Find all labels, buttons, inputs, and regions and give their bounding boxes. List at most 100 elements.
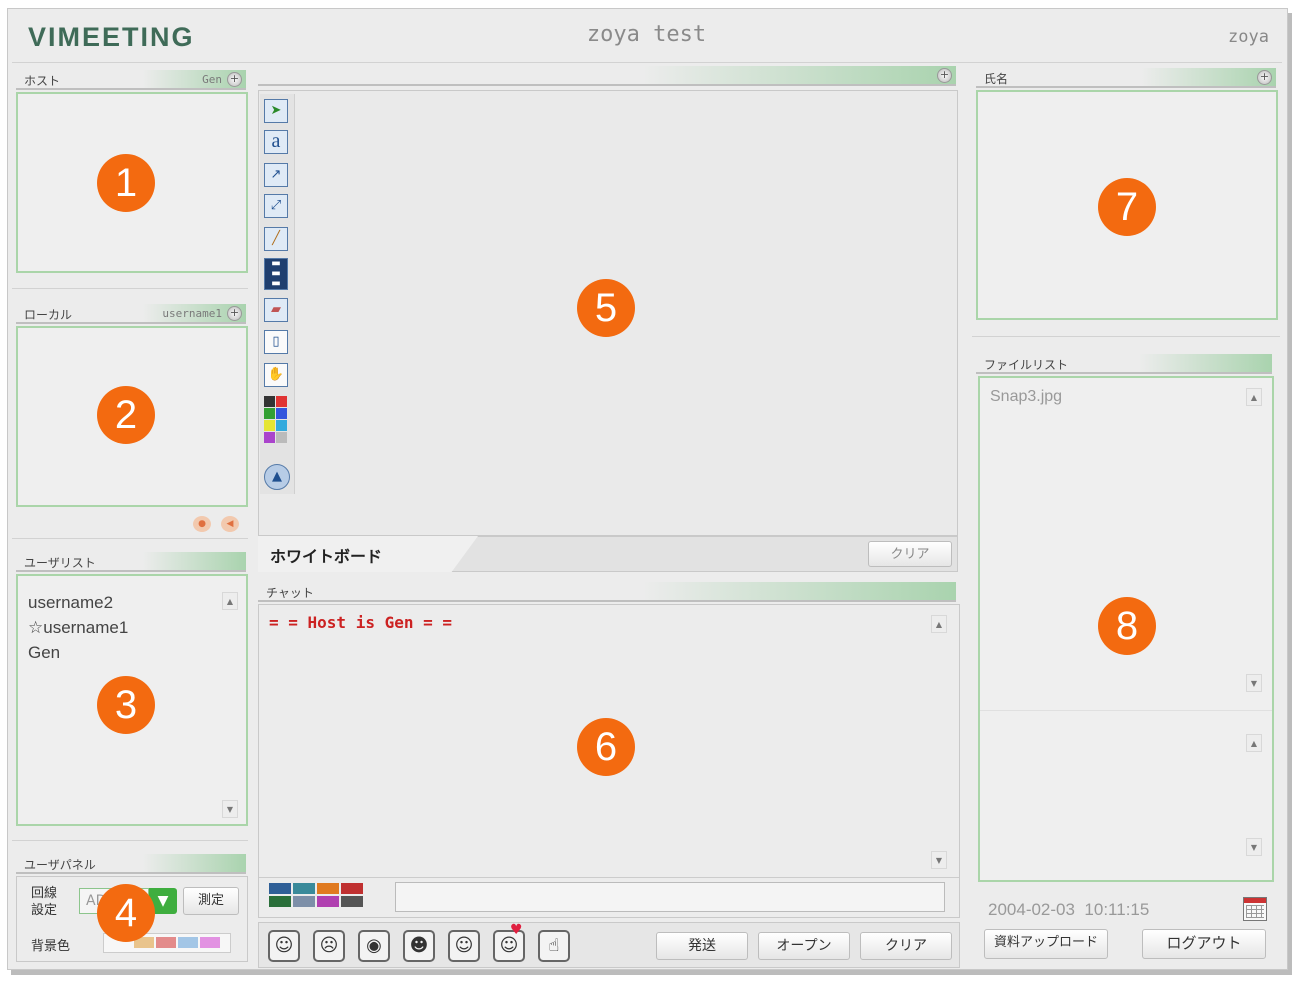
chat-color-swatch[interactable] [317, 883, 339, 894]
send-button[interactable]: 発送 [656, 932, 748, 960]
whiteboard-clear-button[interactable]: クリア [868, 541, 952, 567]
chat-color-swatch[interactable] [341, 883, 363, 894]
scroll-up-button[interactable]: ▲ [222, 592, 238, 610]
bg-color-label: 背景色 [31, 939, 71, 954]
whiteboard-tab-label: ホワイトボード [270, 547, 383, 566]
host-label: ホスト [24, 74, 61, 88]
chat-color-swatch[interactable] [293, 883, 315, 894]
select-arrow-icon[interactable]: ➤ [264, 99, 288, 123]
local-user-name: username1 [162, 307, 222, 320]
local-panel-header: ローカル username1 + [16, 304, 246, 324]
palette-swatch[interactable] [276, 432, 287, 443]
hand-face-icon[interactable]: ☝ [538, 930, 570, 962]
palette-swatch[interactable] [264, 432, 275, 443]
chat-color-picker[interactable] [269, 883, 367, 911]
user-list-label: ユーザリスト [24, 556, 96, 570]
smile-face-icon[interactable]: ☺ [268, 930, 300, 962]
whiteboard-header: + [258, 66, 956, 86]
expand-icon[interactable]: + [227, 306, 242, 321]
user-list-item[interactable]: ☆username1 [28, 615, 128, 640]
scroll-down-button[interactable]: ▼ [1246, 674, 1262, 692]
scroll-down-button[interactable]: ▼ [931, 851, 947, 869]
logout-button[interactable]: ログアウト [1142, 929, 1266, 959]
chat-label: チャット [266, 586, 314, 600]
user-panel-header: ユーザパネル [16, 854, 246, 874]
sad-face-icon[interactable]: ☹ [313, 930, 345, 962]
bg-color-swatch[interactable] [178, 937, 198, 948]
name-panel-header: 氏名 + [976, 68, 1276, 88]
callout-badge-3: 3 [97, 676, 155, 734]
chat-color-swatch[interactable] [269, 883, 291, 894]
chat-header: チャット [258, 582, 956, 602]
arrow-line-icon[interactable]: ↗ [264, 163, 288, 187]
text-icon[interactable]: a [264, 130, 288, 154]
hand-icon[interactable]: ✋ [264, 363, 288, 387]
heart-icon: ♥ [510, 922, 523, 938]
scroll-up-button[interactable]: ▲ [1246, 734, 1262, 752]
user-panel-label: ユーザパネル [24, 858, 96, 872]
line-setting-label-2: 設定 [31, 903, 58, 918]
callout-badge-1: 1 [97, 154, 155, 212]
chat-color-swatch[interactable] [341, 896, 363, 907]
palette-swatch[interactable] [264, 396, 275, 407]
chat-color-swatch[interactable] [269, 896, 291, 907]
chat-color-swatch[interactable] [293, 896, 315, 907]
scroll-up-button[interactable]: ▲ [931, 615, 947, 633]
callout-badge-5: 5 [577, 279, 635, 337]
bg-color-swatch[interactable] [156, 937, 176, 948]
eraser-icon[interactable]: ▰ [264, 298, 288, 322]
palette-swatch[interactable] [276, 396, 287, 407]
scroll-down-button[interactable]: ▼ [222, 800, 238, 818]
bg-color-swatch[interactable] [200, 937, 220, 948]
current-user: zoya [1228, 27, 1269, 47]
palette-swatch[interactable] [276, 408, 287, 419]
file-list-header: ファイルリスト [976, 354, 1272, 374]
new-page-icon[interactable]: ▯ [264, 330, 288, 354]
file-list-label: ファイルリスト [984, 358, 1069, 372]
measure-button[interactable]: 測定 [183, 887, 239, 915]
user-list-item[interactable]: username2 [28, 590, 128, 615]
pen-icon[interactable]: ╱ [264, 227, 288, 251]
host-panel-header: ホスト Gen + [16, 70, 246, 90]
open-button[interactable]: オープン [758, 932, 850, 960]
expand-icon[interactable]: + [937, 68, 952, 83]
chat-message: = = Host is Gen = = [269, 613, 453, 632]
meeting-title: zoya test [586, 22, 707, 47]
callout-badge-4: 4 [97, 884, 155, 942]
callout-badge-7: 7 [1098, 178, 1156, 236]
calendar-icon[interactable] [1243, 897, 1267, 921]
line-setting-label-1: 回線 [31, 886, 58, 901]
callout-badge-2: 2 [97, 386, 155, 444]
date-text: 2004-02-03 [988, 900, 1075, 919]
scroll-down-button[interactable]: ▼ [1246, 838, 1262, 856]
palette-swatch[interactable] [264, 408, 275, 419]
callout-badge-8: 8 [1098, 597, 1156, 655]
color-palette-icon[interactable] [264, 396, 288, 444]
file-list-item[interactable]: Snap3.jpg [990, 388, 1062, 406]
chat-clear-button[interactable]: クリア [860, 932, 952, 960]
speaker-icon[interactable]: ◀ [221, 516, 239, 532]
time-text: 10:11:15 [1084, 900, 1150, 919]
local-label: ローカル [24, 308, 73, 322]
tongue-face-icon[interactable]: ☺ [448, 930, 480, 962]
host-name: Gen [202, 73, 222, 86]
scroll-up-button[interactable]: ▲ [1246, 388, 1262, 406]
chat-color-swatch[interactable] [317, 896, 339, 907]
palette-swatch[interactable] [276, 420, 287, 431]
user-list-header: ユーザリスト [16, 552, 246, 572]
scroll-up-icon[interactable]: ▲ [264, 464, 290, 490]
expand-icon[interactable]: + [1257, 70, 1272, 85]
user-list-item[interactable]: Gen [28, 640, 128, 665]
datetime: 2004-02-03 10:11:15 [988, 900, 1149, 920]
expand-icon[interactable]: + [227, 72, 242, 87]
line-width-icon[interactable]: ▬ ▬ ▬ [264, 258, 288, 290]
double-arrow-icon[interactable]: ⤢ [264, 194, 288, 218]
wink-face-icon[interactable]: ☻ [403, 930, 435, 962]
chat-input[interactable] [395, 882, 945, 912]
upload-document-button[interactable]: 資料アップロード [984, 929, 1108, 959]
callout-badge-6: 6 [577, 718, 635, 776]
surprised-face-icon[interactable]: ◉ [358, 930, 390, 962]
palette-swatch[interactable] [264, 420, 275, 431]
camera-icon[interactable]: ● [193, 516, 211, 532]
name-label: 氏名 [984, 72, 1009, 86]
